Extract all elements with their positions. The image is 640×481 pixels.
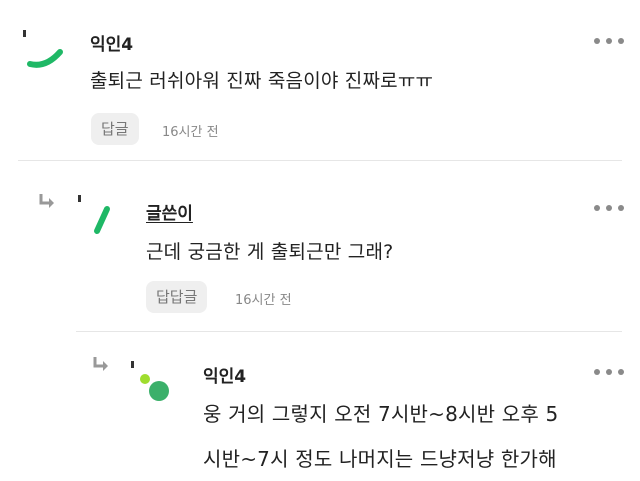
avatar-mark-icon (23, 30, 63, 68)
more-options-icon[interactable] (594, 36, 624, 46)
reply-arrow-icon (92, 356, 110, 376)
more-options-icon[interactable] (594, 203, 624, 213)
reply-arrow-icon (38, 193, 56, 213)
comment-text: 출퇴근 러쉬아워 진짜 죽음이야 진짜로ㅠㅠ (90, 70, 434, 92)
more-options-icon[interactable] (594, 367, 624, 377)
comment-time: 16시간 전 (235, 293, 292, 308)
comment-text: 근데 궁금한 게 출퇴근만 그래? (146, 241, 394, 263)
comment-text-line: 웅 거의 그렇지 오전 7시반~8시반 오후 5 (203, 402, 559, 426)
avatar[interactable] (128, 358, 174, 404)
comment-time: 16시간 전 (162, 125, 219, 140)
reply-button[interactable]: 답글 (91, 113, 139, 145)
comment-text-line: 시반~7시 정도 나머지는 드냥저냥 한가해 (203, 447, 557, 471)
comment-author[interactable]: 익인4 (90, 30, 133, 55)
comment-item: 익인4 출퇴근 러쉬아워 진짜 죽음이야 진짜로ㅠㅠ 답글 16시간 전 (0, 0, 640, 160)
comment-author[interactable]: 글쓴이 (146, 199, 193, 224)
reply-button[interactable]: 답답글 (146, 281, 208, 313)
avatar-mark-icon (78, 195, 110, 234)
comment-author[interactable]: 익인4 (203, 362, 246, 387)
avatar[interactable] (76, 191, 116, 239)
avatar[interactable] (18, 28, 70, 72)
comment-item: 익인4 웅 거의 그렇지 오전 7시반~8시반 오후 5 시반~7시 정도 나머… (0, 332, 640, 481)
avatar-mark-icon (131, 361, 169, 401)
comment-item: 글쓴이 근데 궁금한 게 출퇴근만 그래? 답답글 16시간 전 (0, 161, 640, 331)
